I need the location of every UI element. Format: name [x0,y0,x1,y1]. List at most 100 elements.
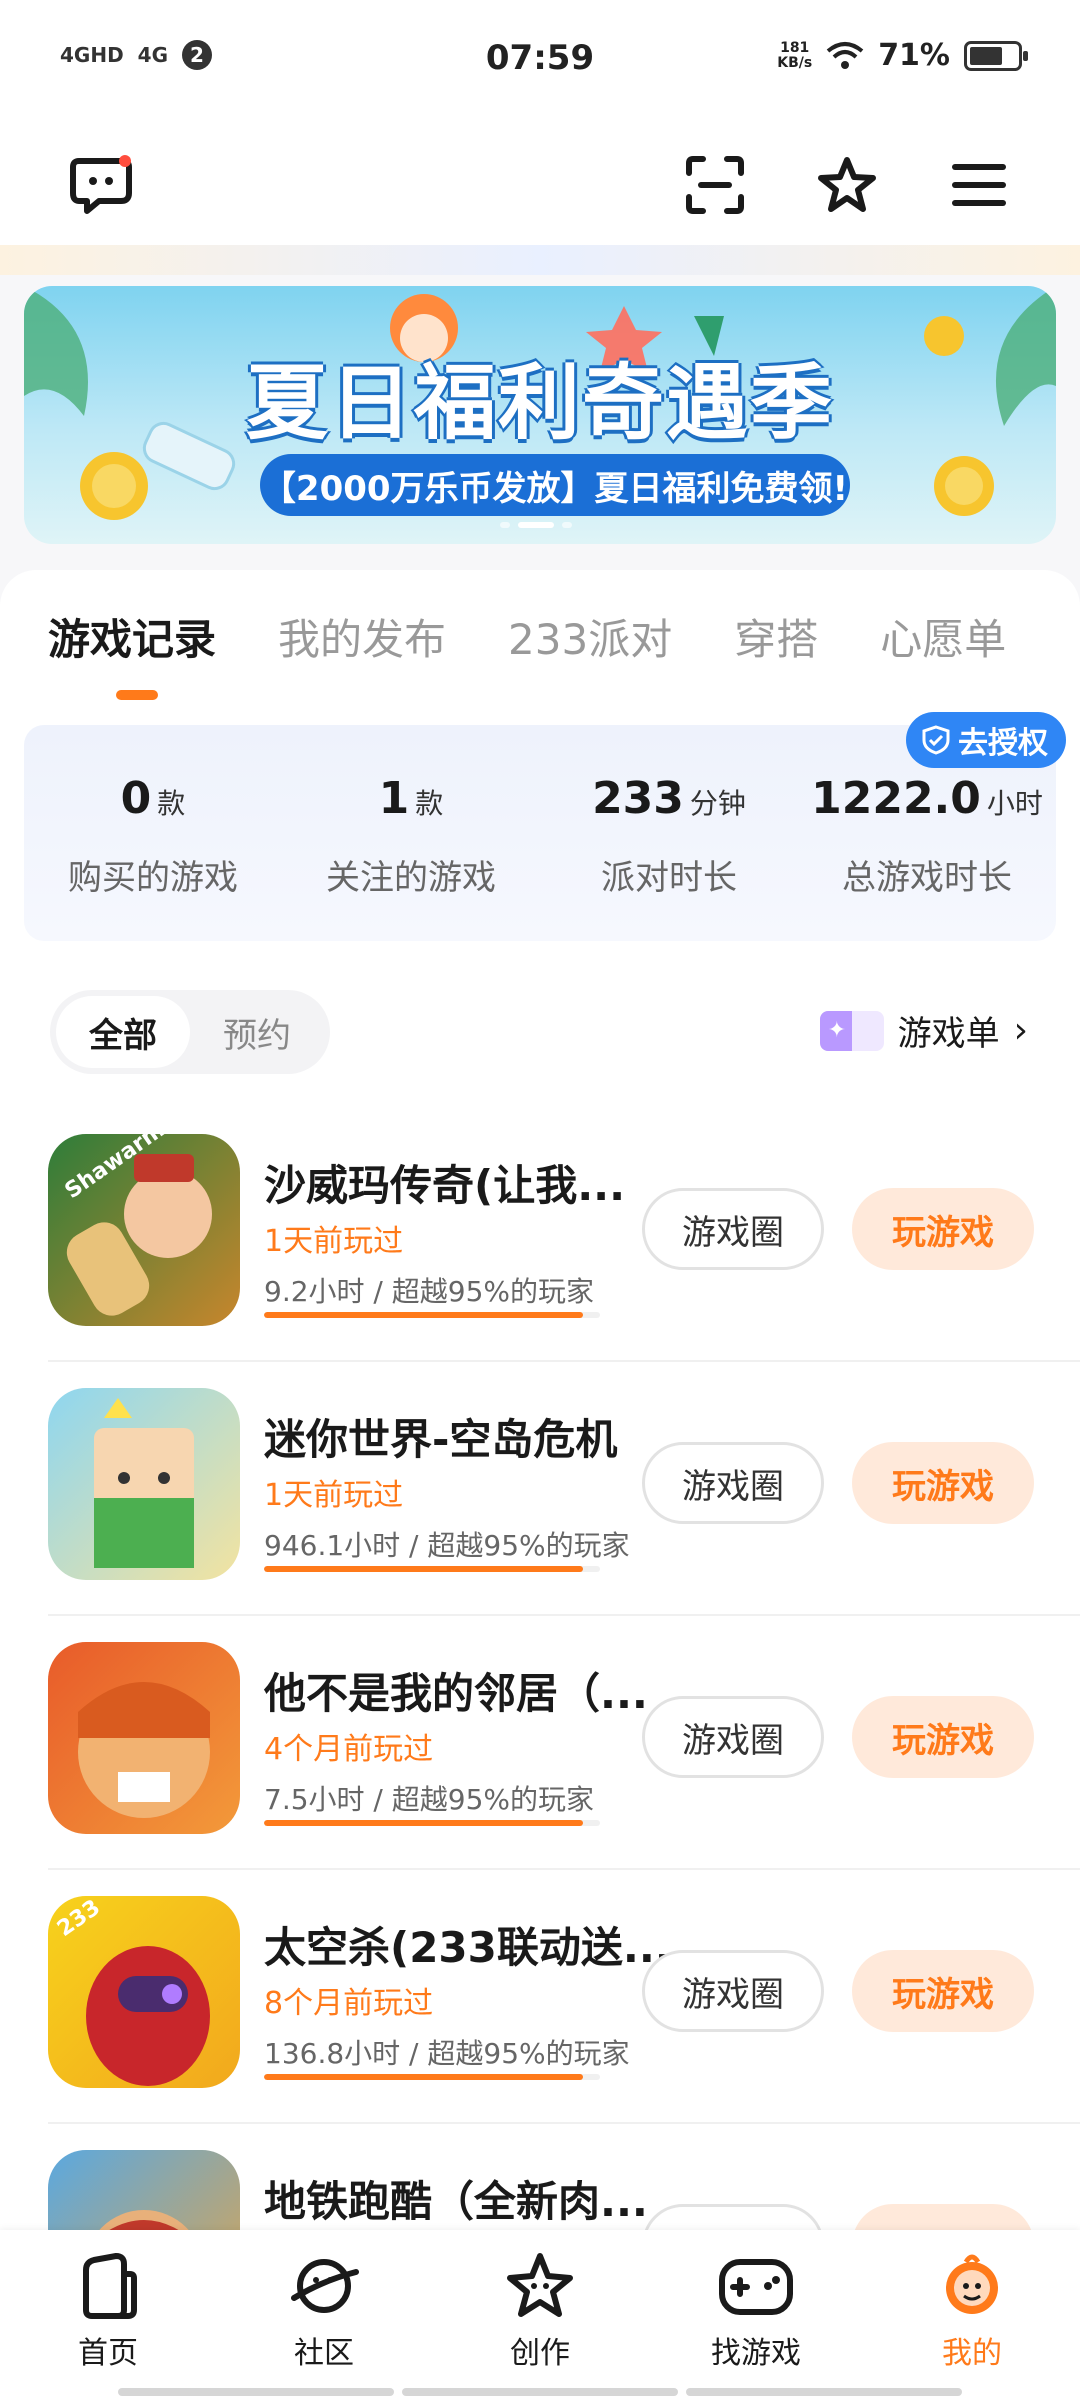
nav-label: 找游戏 [711,2336,801,2371]
stat-value: 0 [120,773,152,824]
authorize-button[interactable]: 去授权 [906,712,1066,768]
game-progress-fill [264,1566,584,1572]
status-bar: 4GHD 4G 2 07:59 181 KB/s 71% [0,0,1080,120]
authorize-label: 去授权 [958,726,1048,761]
game-icon-art [66,1154,212,1316]
game-progress-fill [264,2074,584,2080]
pager-dot [562,522,572,528]
menu-icon[interactable] [936,142,1022,228]
network-speed-unit: KB/s [777,54,813,71]
create-star-icon [507,2253,573,2317]
favorite-star-icon[interactable] [804,142,890,228]
tab-wishlist[interactable]: 心愿单 [880,606,1006,667]
play-game-button[interactable]: 玩游戏 [852,1188,1034,1270]
game-row[interactable]: Shawarma 沙威玛传奇(让我... 1天前玩过 9.2小时 / 超越95%的玩家… [48,1108,1080,1362]
stat-value: 233 [592,773,684,824]
game-row[interactable]: 迷你世界-空岛危机 1天前玩过 946.1小时 / 超越95%的玩家 游戏圈 玩游戏 [48,1362,1080,1616]
top-bar [0,120,1080,250]
stat-label: 总游戏时长 [842,858,1012,898]
game-row[interactable]: 他不是我的邻居（... 4个月前玩过 7.5小时 / 超越95%的玩家 游戏圈 玩游戏 [48,1616,1080,1870]
game-last-played: 8个月前玩过 [264,1986,434,2021]
nav-profile[interactable]: 我的 [902,2250,1042,2372]
game-last-played: 1天前玩过 [264,1224,404,1259]
tab-game-records[interactable]: 游戏记录 [48,606,216,667]
stat-party-duration[interactable]: 233 分钟 派对时长 [540,773,798,899]
filter-reserved[interactable]: 预约 [190,996,324,1068]
bottom-nav: 首页 社区 创作 找游戏 我的 [0,2230,1080,2400]
chevron-right-icon: › [1013,1010,1028,1051]
space-kill-game-icon[interactable]: 233 [48,1896,240,2088]
nav-label: 社区 [294,2336,354,2371]
scan-icon[interactable] [672,142,758,228]
game-progress-fill [264,1312,584,1318]
tab-my-posts[interactable]: 我的发布 [278,606,446,667]
play-game-button[interactable]: 玩游戏 [852,1696,1034,1778]
tab-233-party[interactable]: 233派对 [508,606,672,667]
battery-percent: 71% [878,38,950,73]
game-circle-button[interactable]: 游戏圈 [642,1696,824,1778]
play-game-button[interactable]: 玩游戏 [852,1442,1034,1524]
network-speed: 181 KB/s [777,39,813,71]
game-list-link[interactable]: ✦ 游戏单 › [819,1006,1028,1055]
nav-home[interactable]: 首页 [38,2250,178,2372]
game-name: 沙威玛传奇(让我... [264,1161,626,1210]
game-circle-button[interactable]: 游戏圈 [642,1188,824,1270]
game-name: 迷你世界-空岛危机 [264,1415,618,1464]
filter-all[interactable]: 全部 [56,996,190,1068]
game-playtime: 136.8小时 / 超越95%的玩家 [264,2037,630,2070]
gesture-bar-segment [118,2388,394,2396]
nav-find-games[interactable]: 找游戏 [686,2250,826,2372]
nav-label: 我的 [942,2336,1002,2371]
game-progress-bar [264,2074,600,2080]
nav-community[interactable]: 社区 [254,2250,394,2372]
wifi-icon [826,41,864,69]
stat-unit: 分钟 [689,787,746,820]
neighbor-game-icon[interactable] [48,1642,240,1834]
shawarma-game-icon[interactable]: Shawarma [48,1134,240,1326]
battery-icon [964,40,1028,71]
mini-world-game-icon[interactable] [48,1388,240,1580]
stats-panel: 0款 购买的游戏 1款 关注的游戏 233 分钟 派对时长 1222.0 小时 总游… [24,725,1056,941]
game-progress-bar [264,1312,600,1318]
play-game-button[interactable]: 玩游戏 [852,1950,1034,2032]
stat-label: 关注的游戏 [326,858,496,898]
tab-outfits[interactable]: 穿搭 [734,606,818,667]
community-planet-icon [291,2259,359,2313]
game-icon-art [78,1682,210,1818]
gesture-bar-segment [402,2388,678,2396]
game-playtime: 946.1小时 / 超越95%的玩家 [264,1529,630,1562]
game-name: 地铁跑酷（全新肉... [264,2177,648,2226]
stat-label: 购买的游戏 [68,858,238,898]
game-circle-button[interactable]: 游戏圈 [642,1442,824,1524]
game-icon-art [94,1398,194,1568]
stat-unit: 小时 [986,787,1043,820]
game-name: 太空杀(233联动送... [264,1923,671,1972]
message-icon[interactable] [58,142,144,228]
game-circle-button[interactable]: 游戏圈 [642,1950,824,2032]
game-name: 他不是我的邻居（... [264,1669,648,1718]
gesture-bar [118,2388,962,2396]
profile-icon [946,2254,998,2314]
stat-value: 1222.0 [811,773,981,824]
banner-top-strip [0,245,1080,275]
pager-dot-active [518,522,554,528]
stat-total-playtime[interactable]: 1222.0 小时 总游戏时长 [798,773,1056,899]
banner-subtitle: 【2000万乐币发放】夏日福利免费领! [260,454,850,516]
network-speed-value: 181 [780,39,810,56]
shield-check-icon [922,725,950,755]
nav-label: 创作 [510,2336,570,2371]
banner-title: 夏日福利奇遇季 [245,356,834,451]
game-progress-bar [264,1566,600,1572]
stat-followed-games[interactable]: 1款 关注的游戏 [282,773,540,899]
home-icon [83,2253,137,2319]
nav-create[interactable]: 创作 [470,2250,610,2372]
profile-tabs: 游戏记录 我的发布 233派对 穿搭 心愿单 [48,606,1006,667]
promo-banner[interactable]: 夏日福利奇遇季 【2000万乐币发放】夏日福利免费领! [24,286,1056,544]
nav-label: 首页 [78,2336,138,2371]
stat-purchased-games[interactable]: 0款 购买的游戏 [24,773,282,899]
pager-dot [500,522,510,528]
game-row[interactable]: 233 太空杀(233联动送... 8个月前玩过 136.8小时 / 超越95%的玩家… [48,1870,1080,2124]
stat-value: 1 [378,773,410,824]
filter-segment: 全部 预约 [50,990,330,1074]
game-list-icon: ✦ [819,1010,884,1051]
